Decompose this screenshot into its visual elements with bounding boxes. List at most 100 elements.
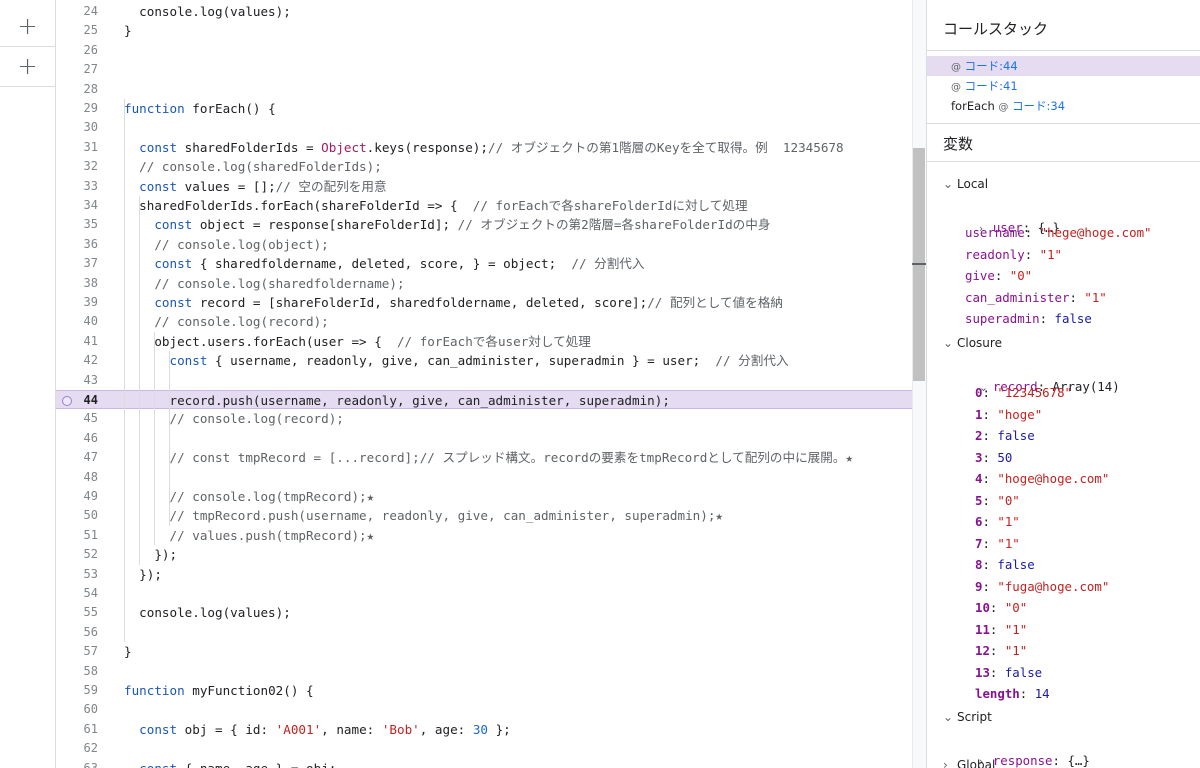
code-line[interactable]: 51 // values.push(tmpRecord);★ bbox=[56, 526, 912, 545]
variable-row[interactable]: length: 14 bbox=[975, 685, 1050, 703]
line-number[interactable]: 35 bbox=[56, 215, 98, 234]
code-line[interactable]: 60 bbox=[56, 700, 912, 719]
line-number[interactable]: 48 bbox=[56, 468, 98, 487]
code-line[interactable]: 58 bbox=[56, 662, 912, 681]
code-line[interactable]: 25} bbox=[56, 21, 912, 40]
code-line[interactable]: 49 // console.log(tmpRecord);★ bbox=[56, 487, 912, 506]
code-line[interactable]: 27 bbox=[56, 60, 912, 79]
code-line[interactable]: 33 const values = [];// 空の配列を用意 bbox=[56, 177, 912, 196]
line-number[interactable]: 31 bbox=[56, 138, 98, 157]
code-editor[interactable]: 24 console.log(values); 25} 26 27 28 29 functi… bbox=[56, 0, 912, 768]
line-number[interactable]: 38 bbox=[56, 274, 98, 293]
code-line[interactable]: 37 const { sharedfoldername, deleted, sc… bbox=[56, 254, 912, 273]
line-number[interactable]: 62 bbox=[56, 739, 98, 758]
scope-local[interactable]: ⌄ Local bbox=[943, 177, 988, 191]
line-number[interactable]: 40 bbox=[56, 312, 98, 331]
line-number[interactable]: 63 bbox=[56, 759, 98, 768]
line-number[interactable]: 26 bbox=[56, 41, 98, 60]
line-number[interactable]: 43 bbox=[56, 371, 98, 390]
line-number[interactable]: 37 bbox=[56, 254, 98, 273]
code-line[interactable]: 53 }); bbox=[56, 565, 912, 584]
variable-row[interactable]: superadmin: false bbox=[965, 310, 1092, 328]
code-line[interactable]: 57} bbox=[56, 642, 912, 661]
scope-closure[interactable]: ⌄ Closure bbox=[943, 336, 1002, 350]
variable-row[interactable]: can_administer: "1" bbox=[965, 289, 1107, 307]
breakpoint-icon[interactable] bbox=[62, 396, 72, 406]
code-line[interactable]: 54 bbox=[56, 584, 912, 603]
line-number[interactable]: 27 bbox=[56, 60, 98, 79]
line-number[interactable]: 45 bbox=[56, 409, 98, 428]
code-line[interactable]: 61 const obj = { id: 'A001', name: 'Bob'… bbox=[56, 720, 912, 739]
line-number[interactable]: 56 bbox=[56, 623, 98, 642]
line-number[interactable]: 33 bbox=[56, 177, 98, 196]
variable-row[interactable]: 11: "1" bbox=[975, 621, 1027, 639]
line-number[interactable]: 42 bbox=[56, 351, 98, 370]
variable-row[interactable]: 6: "1" bbox=[975, 513, 1020, 531]
call-stack-frame[interactable]: @ コード:41 bbox=[927, 76, 1200, 96]
variable-row[interactable]: username: "hege@hoge.com" bbox=[965, 224, 1152, 242]
variable-row[interactable]: 0: "12345678" bbox=[975, 384, 1072, 402]
line-number[interactable]: 30 bbox=[56, 118, 98, 137]
code-line[interactable]: 56 bbox=[56, 623, 912, 642]
variable-row[interactable]: 8: false bbox=[975, 556, 1035, 574]
line-number[interactable]: 54 bbox=[56, 584, 98, 603]
variable-row[interactable]: 1: "hoge" bbox=[975, 406, 1042, 424]
call-stack-frame[interactable]: @ コード:44 bbox=[927, 56, 1200, 76]
line-number[interactable]: 28 bbox=[56, 80, 98, 99]
variable-row[interactable]: 4: "hoge@hoge.com" bbox=[975, 470, 1109, 488]
code-line[interactable]: 32 // console.log(sharedFolderIds); bbox=[56, 157, 912, 176]
code-line[interactable]: 41 object.users.forEach(user => { // for… bbox=[56, 332, 912, 351]
line-number[interactable]: 57 bbox=[56, 642, 98, 661]
code-line[interactable]: 46 bbox=[56, 429, 912, 448]
code-line[interactable]: 55 console.log(values); bbox=[56, 603, 912, 622]
code-line[interactable]: 26 bbox=[56, 41, 912, 60]
code-line[interactable]: 38 // console.log(sharedfoldername); bbox=[56, 274, 912, 293]
variable-row[interactable]: 3: 50 bbox=[975, 449, 1012, 467]
code-line[interactable]: 31 const sharedFolderIds = Object.keys(r… bbox=[56, 138, 912, 157]
code-line[interactable]: 45 // console.log(record); bbox=[56, 409, 912, 428]
code-line[interactable]: 62 bbox=[56, 739, 912, 758]
call-stack-frame[interactable]: forEach @ コード:34 bbox=[927, 96, 1200, 116]
code-line[interactable]: 39 const record = [shareFolderId, shared… bbox=[56, 293, 912, 312]
code-line[interactable]: 35 const object = response[shareFolderId… bbox=[56, 215, 912, 234]
code-line[interactable]: 43 bbox=[56, 371, 912, 390]
line-number[interactable]: 36 bbox=[56, 235, 98, 254]
line-number[interactable]: 29 bbox=[56, 99, 98, 118]
line-number[interactable]: 47 bbox=[56, 448, 98, 467]
code-line[interactable]: 30 bbox=[56, 118, 912, 137]
line-number[interactable]: 39 bbox=[56, 293, 98, 312]
line-number[interactable]: 60 bbox=[56, 700, 98, 719]
editor-scrollbar[interactable] bbox=[912, 0, 926, 768]
variable-row[interactable]: 10: "0" bbox=[975, 599, 1027, 617]
code-line[interactable]: 63 const { name, age } = obj; bbox=[56, 759, 912, 768]
code-line[interactable]: 42 const { username, readonly, give, can… bbox=[56, 351, 912, 370]
line-number[interactable]: 55 bbox=[56, 603, 98, 622]
scope-script[interactable]: ⌄ Script bbox=[943, 710, 992, 724]
line-number[interactable]: 50 bbox=[56, 506, 98, 525]
add-file-button[interactable]: + bbox=[0, 6, 55, 47]
variable-row[interactable]: 7: "1" bbox=[975, 535, 1020, 553]
line-number[interactable]: 58 bbox=[56, 662, 98, 681]
variable-row[interactable]: 12: "1" bbox=[975, 642, 1027, 660]
line-number[interactable]: 41 bbox=[56, 332, 98, 351]
code-line[interactable]: 48 bbox=[56, 468, 912, 487]
line-number[interactable]: 49 bbox=[56, 487, 98, 506]
variable-row[interactable]: 2: false bbox=[975, 427, 1035, 445]
line-number[interactable]: 46 bbox=[56, 429, 98, 448]
line-number[interactable]: 25 bbox=[56, 21, 98, 40]
code-line[interactable]: 40 // console.log(record); bbox=[56, 312, 912, 331]
code-line[interactable]: 44 record.push(username, readonly, give,… bbox=[56, 390, 912, 410]
code-line[interactable]: 36 // console.log(object); bbox=[56, 235, 912, 254]
code-line[interactable]: 29 function forEach() { bbox=[56, 99, 912, 118]
code-line[interactable]: 47 // const tmpRecord = [...record];// ス… bbox=[56, 448, 912, 467]
variable-row[interactable]: readonly: "1" bbox=[965, 246, 1062, 264]
line-number[interactable]: 52 bbox=[56, 545, 98, 564]
line-number[interactable]: 61 bbox=[56, 720, 98, 739]
line-number[interactable]: 34 bbox=[56, 196, 98, 215]
code-line[interactable]: 24 console.log(values); bbox=[56, 2, 912, 21]
line-number[interactable]: 32 bbox=[56, 157, 98, 176]
add-library-button[interactable]: + bbox=[0, 46, 55, 87]
code-line[interactable]: 52 }); bbox=[56, 545, 912, 564]
variable-row[interactable]: 13: false bbox=[975, 664, 1042, 682]
scope-global[interactable]: › Global bbox=[943, 758, 995, 768]
